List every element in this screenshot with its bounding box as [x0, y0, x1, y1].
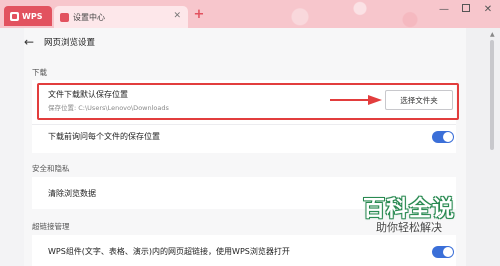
tab-wps[interactable]: WPS — [4, 6, 52, 26]
ask-save-location-title: 下载前询问每个文件的保存位置 — [48, 132, 160, 141]
open-links-in-wps-title: WPS组件(文字、表格、演示)内的网页超链接，使用WPS浏览器打开 — [48, 247, 290, 256]
page-header: ← 网页浏览设置 — [24, 34, 95, 50]
scroll-up-icon[interactable]: ▲ — [490, 31, 495, 38]
section-label-privacy: 安全和隐私 — [32, 164, 70, 173]
settings-tab-icon — [60, 12, 69, 22]
tab-wps-label: WPS — [22, 11, 43, 21]
close-tab-icon[interactable]: ✕ — [173, 11, 181, 21]
minimize-icon[interactable]: — — [438, 4, 450, 15]
window-controls: — ✕ — [438, 4, 494, 15]
close-window-icon[interactable]: ✕ — [482, 4, 494, 15]
page-title: 网页浏览设置 — [44, 38, 96, 48]
watermark-subtitle: 助你轻松解决 — [376, 221, 442, 234]
ask-save-location-toggle[interactable] — [432, 131, 454, 143]
maximize-icon[interactable] — [460, 4, 472, 15]
red-arrow-icon — [330, 95, 382, 105]
highlight-box — [37, 83, 459, 120]
tab-settings-label: 设置中心 — [73, 12, 105, 22]
section-label-download: 下载 — [32, 68, 47, 77]
tab-settings-center[interactable]: 设置中心 ✕ — [54, 6, 188, 28]
row-divider — [32, 124, 456, 125]
back-arrow-icon[interactable]: ← — [24, 35, 36, 49]
clear-browsing-data[interactable]: 清除浏览数据 — [48, 188, 96, 199]
open-links-toggle[interactable] — [432, 246, 454, 258]
wps-logo-icon — [10, 11, 19, 21]
title-bar: WPS 设置中心 ✕ + — ✕ — [0, 0, 500, 28]
new-tab-icon[interactable]: + — [192, 8, 206, 22]
scrollbar-thumb[interactable] — [490, 40, 494, 150]
scrollbar-track — [466, 28, 500, 266]
titlebar-decoration — [240, 0, 440, 28]
watermark: 百科全说 助你轻松解决 — [352, 191, 466, 241]
section-label-hyperlink: 超链接管理 — [32, 222, 70, 231]
